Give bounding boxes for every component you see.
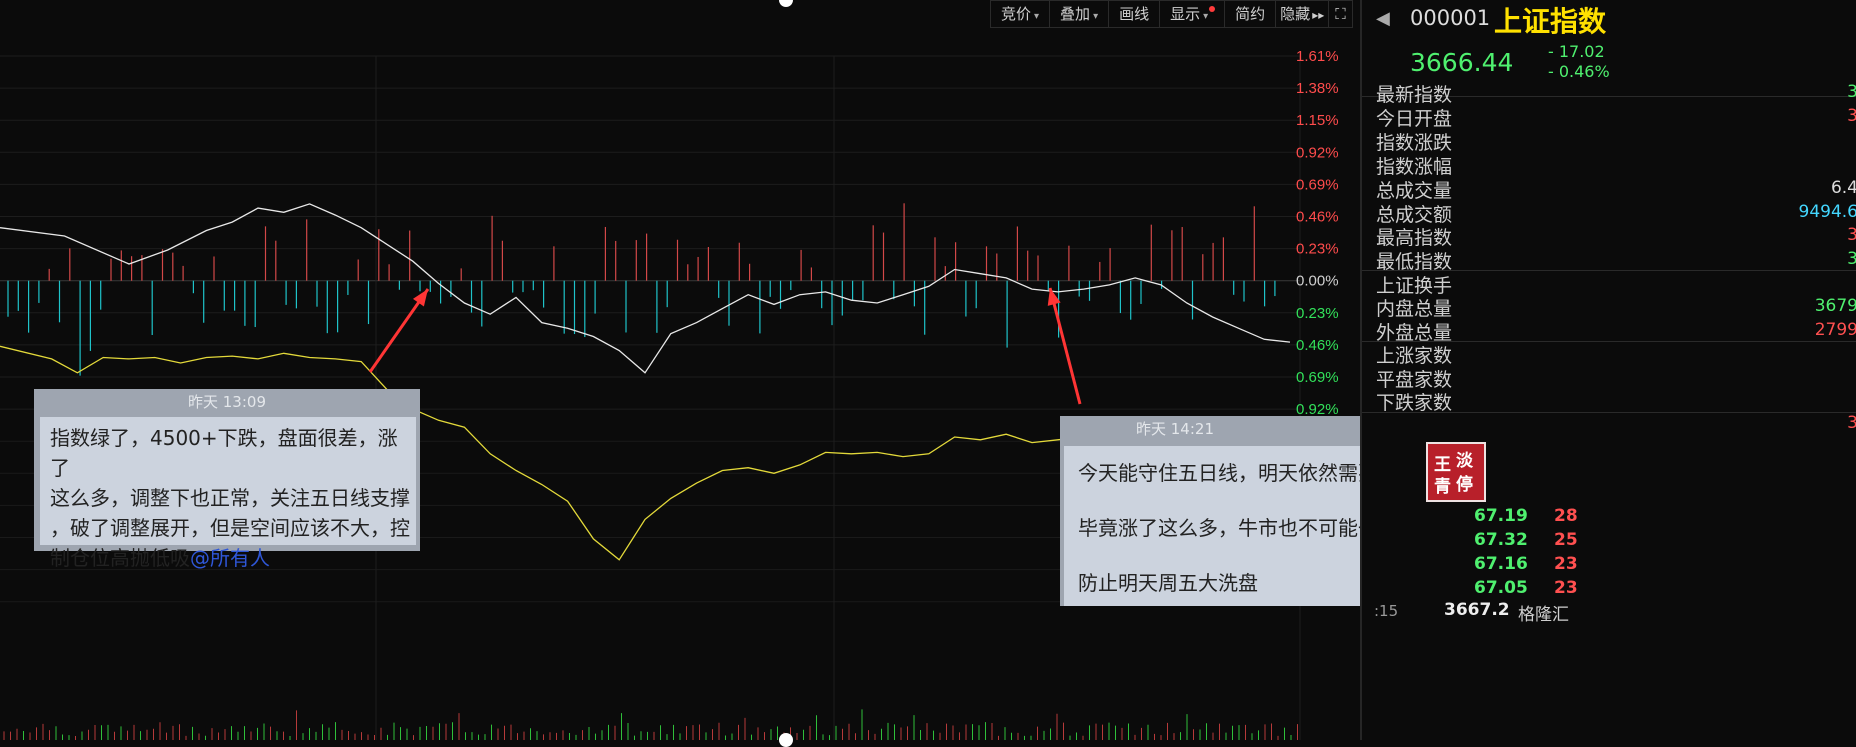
chart-canvas[interactable]: 1.61% 1.38% 1.15% 0.92% 0.69% 0.46% 0.23% 0.00%… xyxy=(0,0,1360,740)
change-percent: - 0.46% xyxy=(1548,62,1610,81)
chart-toolbar: 竞价 ▾ 叠加 ▾ 画线 显示 ▾ 简约 隐藏 ▸▸ ⛶ xyxy=(990,0,1353,28)
message-line: 这么多，调整下也正常，关注五日线支撑 xyxy=(50,486,410,510)
quote-value: 3 xyxy=(1847,413,1856,433)
annotation-popup-right: 昨天 14:21 今天能守住五日线，明天依然需要小心 毕竟涨了这么多，牛市也不可… xyxy=(1060,416,1418,606)
quote-value: 3679 xyxy=(1814,296,1856,316)
display-label: 显示 xyxy=(1170,5,1201,23)
tick-volume: 25 xyxy=(1554,530,1578,550)
auction-label: 竞价 xyxy=(1001,5,1032,23)
tick-price: 67.19 xyxy=(1474,506,1528,526)
axis-tick-label: 0.69% xyxy=(1296,176,1339,193)
quote-label: 上涨家数 xyxy=(1376,345,1453,367)
annotation-message: 指数绿了，4500+下跌，盘面很差，涨了 这么多，调整下也正常，关注五日线支撑 … xyxy=(40,417,416,570)
quote-label: 内盘总量 xyxy=(1376,298,1453,320)
avatar-char: 淡 xyxy=(1456,451,1473,471)
annotation-arrow xyxy=(1048,287,1082,405)
display-button[interactable]: 显示 ▾ xyxy=(1160,0,1226,28)
axis-tick-label: 0.23% xyxy=(1296,241,1339,258)
quote-label: 指数涨幅 xyxy=(1376,156,1453,178)
quote-value: 3 xyxy=(1847,82,1856,102)
panel-divider xyxy=(1362,341,1856,342)
axis-tick-label: 0.46% xyxy=(1296,209,1339,226)
annotation-time: 昨天 14:21 xyxy=(1136,420,1214,438)
intraday-chart[interactable]: 1.61% 1.38% 1.15% 0.92% 0.69% 0.46% 0.23% 0.00%… xyxy=(0,0,1418,747)
caret-down-icon: ▾ xyxy=(1203,11,1209,22)
simple-label: 简约 xyxy=(1235,5,1266,23)
hide-label: 隐藏 xyxy=(1280,5,1311,23)
stock-name: 上证指数 xyxy=(1494,5,1607,38)
tick-price: 67.32 xyxy=(1474,530,1528,550)
fullscreen-icon: ⛶ xyxy=(1335,5,1346,23)
quote-value: 3 xyxy=(1847,106,1856,126)
axis-tick-label: 0.92% xyxy=(1296,144,1339,161)
avatar-char: 青 xyxy=(1434,477,1451,497)
quote-value: 3 xyxy=(1847,225,1856,245)
mention-all-link[interactable]: @所有人 xyxy=(190,546,270,570)
draw-line-button[interactable]: 画线 xyxy=(1109,0,1161,28)
overlay-button[interactable]: 叠加 ▾ xyxy=(1050,0,1110,28)
axis-tick-label: 1.61% xyxy=(1296,48,1339,65)
axis-tick-label: 0.69% xyxy=(1296,369,1339,386)
draw-label: 画线 xyxy=(1119,5,1150,23)
annotation-arrowhead xyxy=(412,289,428,307)
avatar-char: 停 xyxy=(1456,475,1473,495)
axis-tick-label: 0.46% xyxy=(1296,337,1339,354)
back-arrow-icon[interactable]: ◀ xyxy=(1376,8,1390,29)
quote-value: 2799 xyxy=(1814,320,1856,340)
annotation-popup-left: 昨天 13:09 指数绿了，4500+下跌，盘面很差，涨了 这么多，调整下也正常… xyxy=(34,389,420,570)
quote-value: 9494.6 xyxy=(1798,202,1856,222)
quote-label: 最高指数 xyxy=(1376,227,1453,249)
caret-down-icon: ▾ xyxy=(1034,11,1040,22)
current-price: 3666.44 xyxy=(1410,48,1514,77)
axis-tick-label: 0.23% xyxy=(1296,305,1339,322)
price-change: - 17.02 - 0.46% xyxy=(1548,42,1610,82)
notification-dot-icon xyxy=(1209,6,1216,12)
quote-value: 3 xyxy=(1847,249,1856,269)
hide-button[interactable]: 隐藏 ▸▸ xyxy=(1276,0,1330,28)
tick-volume: 28 xyxy=(1554,506,1578,526)
forward-icon: ▸▸ xyxy=(1312,8,1325,22)
quote-label: 指数涨跌 xyxy=(1376,132,1453,154)
quote-panel: ◀ 000001 上证指数 3666.44 - 17.02 - 0.46% 最新… xyxy=(1360,0,1856,740)
auction-button[interactable]: 竞价 ▾ xyxy=(990,0,1051,28)
tick-price: 67.05 xyxy=(1474,578,1528,598)
watermark-logo: 格隆汇 xyxy=(1518,605,1569,625)
overlay-label: 叠加 xyxy=(1060,5,1091,23)
message-line: ，破了调整展开，但是空间应该不大，控 xyxy=(50,516,410,540)
drag-handle-bottom[interactable] xyxy=(779,733,793,747)
author-avatar: 王 淡 青 停 xyxy=(1426,442,1486,502)
quote-label: 下跌家数 xyxy=(1376,392,1453,414)
message-line: 制仓位高抛低吸 xyxy=(50,546,190,570)
simple-mode-button[interactable]: 简约 xyxy=(1225,0,1277,28)
caret-down-icon: ▾ xyxy=(1093,11,1099,22)
fullscreen-button[interactable]: ⛶ xyxy=(1329,0,1353,28)
quote-label: 总成交量 xyxy=(1376,180,1453,202)
panel-divider xyxy=(1362,412,1856,413)
tick-volume: 23 xyxy=(1554,554,1578,574)
axis-tick-label: 0.00% xyxy=(1296,273,1339,290)
annotation-time: 昨天 13:09 xyxy=(188,393,266,411)
axis-tick-label: 1.15% xyxy=(1296,112,1339,129)
stock-code: 000001 xyxy=(1410,6,1491,30)
quote-label: 今日开盘 xyxy=(1376,108,1453,130)
tick-price: 3667.2 xyxy=(1444,600,1510,620)
change-value: - 17.02 xyxy=(1548,42,1605,61)
tick-time: :15 xyxy=(1374,602,1399,620)
axis-tick-label: 1.38% xyxy=(1296,80,1339,97)
message-line: 指数绿了，4500+下跌，盘面很差，涨了 xyxy=(50,426,398,480)
quote-value: 6.4 xyxy=(1830,178,1856,198)
quote-label: 最新指数 xyxy=(1376,84,1453,106)
panel-divider xyxy=(1362,270,1856,271)
tick-price: 67.16 xyxy=(1474,554,1528,574)
tick-volume: 23 xyxy=(1554,578,1578,598)
